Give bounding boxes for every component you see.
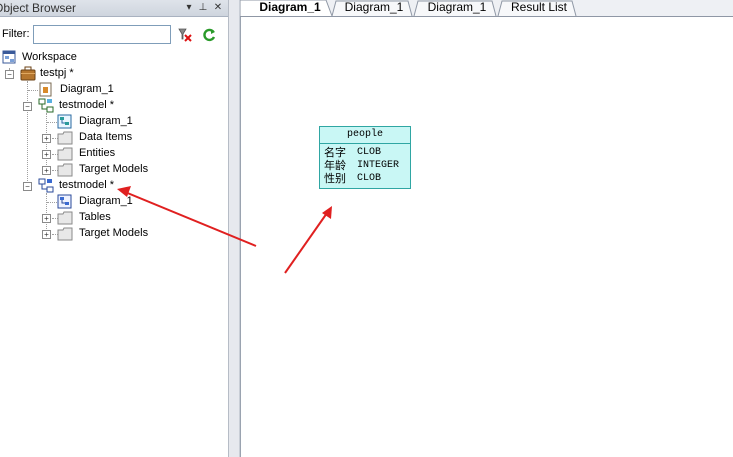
clear-filter-icon[interactable] [177,27,193,43]
tree-item-project-diagram[interactable]: Diagram_1 [0,82,200,98]
pin-icon[interactable]: ⊥ [197,1,209,14]
physical-model-icon [38,178,54,193]
entity-attribute-row[interactable]: 性别 CLOB [324,172,410,185]
collapse-icon[interactable]: − [5,70,14,79]
project-diagram-icon [39,82,52,97]
attribute-name: 性别 [324,172,346,185]
tree-item-model-1-diagram[interactable]: Diagram_1 [0,114,200,130]
tree-label-target-models-2: Target Models [79,227,149,239]
refresh-icon[interactable] [201,27,217,43]
object-browser-panel: Object Browser ▾ ⊥ ✕ Filter: Workspace −… [0,0,228,457]
object-browser-header: Object Browser ▾ ⊥ ✕ [0,0,228,17]
entity-attribute-row[interactable]: 年龄 INTEGER [324,159,410,172]
tree-label-model-1: testmodel * [59,99,115,111]
tree-label-tables: Tables [79,211,111,223]
expand-icon[interactable]: + [42,230,51,239]
tree-label-model-2-diagram: Diagram_1 [79,195,133,207]
tree-item-data-items[interactable]: + Data Items [0,130,200,146]
tree-label-project: testpj * [40,67,74,79]
tree-item-target-models-2[interactable]: + Target Models [0,226,200,242]
expand-icon[interactable]: + [42,134,51,143]
tab-diagram-1-active[interactable]: Diagram_1 [252,0,328,16]
panel-splitter[interactable] [228,0,240,457]
attribute-type: CLOB [357,173,382,184]
diagram-icon [57,114,72,129]
tree-item-model-2[interactable]: − testmodel * [0,178,200,194]
filter-input[interactable] [33,25,171,44]
entity-people[interactable]: people 名字 CLOB 年龄 INTEGER 性别 CLOB [319,126,411,189]
dropdown-icon[interactable]: ▾ [183,1,195,14]
tree-label-workspace: Workspace [22,51,77,63]
collapse-icon[interactable]: − [23,182,32,191]
entity-attribute-row[interactable]: 名字 CLOB [324,146,410,159]
attribute-type: CLOB [357,147,382,158]
folder-icon [57,131,73,145]
tree-item-target-models-1[interactable]: + Target Models [0,162,200,178]
tree-label-target-models-1: Target Models [79,163,149,175]
entity-name: people [320,127,410,144]
tree-item-model-1[interactable]: − testmodel * [0,98,200,114]
attribute-type: INTEGER [357,160,400,171]
tree-label-entities: Entities [79,147,116,159]
tree-label-project-diagram: Diagram_1 [60,83,114,95]
expand-icon[interactable]: + [42,214,51,223]
tree-item-project[interactable]: − testpj * [0,66,200,82]
tree-item-tables[interactable]: + Tables [0,210,200,226]
close-icon[interactable]: ✕ [212,1,224,14]
project-briefcase-icon [20,66,36,81]
attribute-name: 名字 [324,146,346,159]
diagram-icon [57,194,72,209]
folder-icon [57,227,73,241]
tab-diagram-1-c[interactable]: Diagram_1 [420,0,494,16]
expand-icon[interactable]: + [42,166,51,175]
tab-diagram-1-b[interactable]: Diagram_1 [338,0,410,16]
expand-icon[interactable]: + [42,150,51,159]
diagram-canvas[interactable] [240,17,733,457]
workspace-icon [2,50,16,64]
filter-label: Filter: [2,28,30,40]
attribute-name: 年龄 [324,159,346,172]
folder-icon [57,211,73,225]
tree-item-entities[interactable]: + Entities [0,146,200,162]
tree-label-model-1-diagram: Diagram_1 [79,115,133,127]
folder-icon [57,163,73,177]
tree-item-model-2-diagram[interactable]: Diagram_1 [0,194,200,210]
conceptual-model-icon [38,98,54,113]
tab-result-list[interactable]: Result List [504,0,574,16]
filter-row: Filter: [0,22,228,48]
tree-label-model-2: testmodel * [59,179,115,191]
tree-label-data-items: Data Items [79,131,133,143]
object-browser-title: Object Browser [0,1,77,15]
document-tab-bar: Diagram_1 Diagram_1 Diagram_1 Result Lis… [240,0,733,17]
collapse-icon[interactable]: − [23,102,32,111]
folder-icon [57,147,73,161]
tree-item-workspace[interactable]: Workspace [0,50,200,66]
